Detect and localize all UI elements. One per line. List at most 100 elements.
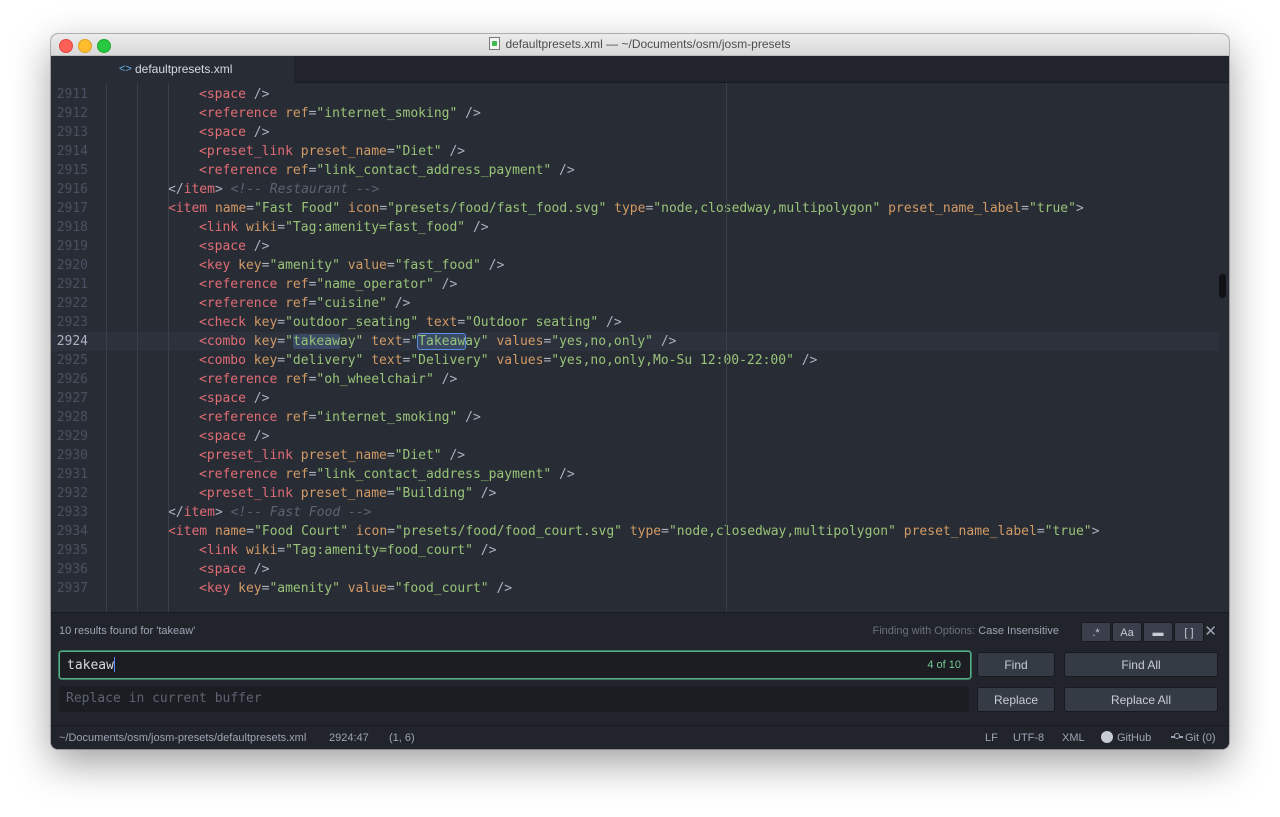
- code-line[interactable]: 2915 <reference ref="link_contact_address…: [51, 161, 1219, 180]
- code-token: "Tag:amenity=food_court": [285, 543, 473, 558]
- code-line[interactable]: 2925 <combo key="delivery" text="Delivery…: [51, 351, 1219, 370]
- code-editor[interactable]: 2937 <key key="amenity" value="food_court…: [51, 83, 1229, 612]
- code-token: />: [598, 315, 622, 330]
- selection-count[interactable]: (1, 6): [389, 726, 415, 749]
- code-line[interactable]: 2935 <link wiki="Tag:amenity=food_court" …: [51, 541, 1219, 560]
- code-line[interactable]: 2930 <preset_link preset_name="Diet" />: [51, 446, 1219, 465]
- code-line[interactable]: 2924 <combo key="takeaway" text="Takeaway…: [51, 332, 1219, 351]
- tab-defaultpresets[interactable]: <> defaultpresets.xml: [51, 56, 294, 83]
- code-token: />: [386, 296, 411, 311]
- close-icon[interactable]: ✕: [1204, 622, 1217, 640]
- code-token: item: [183, 182, 215, 197]
- code-token: "Diet": [394, 448, 442, 463]
- code-token: />: [433, 372, 458, 387]
- encoding[interactable]: UTF-8: [1013, 726, 1044, 749]
- code-line[interactable]: 2911 <space />: [51, 85, 1219, 104]
- replace-input[interactable]: Replace in current buffer: [59, 686, 969, 712]
- code-token: ": [410, 334, 419, 349]
- code-token: ref: [285, 163, 309, 178]
- line-number[interactable]: 2924: [51, 332, 88, 351]
- code-text: <preset_link preset_name="Building" />: [199, 484, 496, 503]
- code-token: />: [488, 581, 513, 596]
- code-line[interactable]: 2929 <space />: [51, 427, 1219, 446]
- line-number[interactable]: 2920: [51, 256, 88, 275]
- code-line[interactable]: 2913 <space />: [51, 123, 1219, 142]
- code-line[interactable]: 2936 <space />: [51, 560, 1219, 579]
- code-line[interactable]: 2922 <reference ref="cuisine" />: [51, 294, 1219, 313]
- code-token: =: [661, 524, 669, 539]
- line-number[interactable]: 2926: [51, 370, 88, 389]
- line-number[interactable]: 2932: [51, 484, 88, 503]
- find-all-button[interactable]: Find All: [1064, 652, 1218, 677]
- line-number[interactable]: 2928: [51, 408, 88, 427]
- code-line[interactable]: 2937 <key key="amenity" value="food_court…: [51, 579, 1219, 598]
- scrollbar-thumb[interactable]: [1219, 274, 1226, 298]
- line-number[interactable]: 2936: [51, 560, 88, 579]
- case-icon[interactable]: Aa: [1112, 622, 1142, 642]
- code-line[interactable]: 2932 <preset_link preset_name="Building" …: [51, 484, 1219, 503]
- line-number[interactable]: 2914: [51, 142, 88, 161]
- replace-button[interactable]: Replace: [977, 687, 1055, 712]
- code-line[interactable]: 2921 <reference ref="name_operator" />: [51, 275, 1219, 294]
- line-number[interactable]: 2911: [51, 85, 88, 104]
- line-number[interactable]: 2921: [51, 275, 88, 294]
- code-line[interactable]: 2933 </item> <!-- Fast Food -->: [51, 503, 1219, 522]
- line-number[interactable]: 2918: [51, 218, 88, 237]
- code-line[interactable]: 2926 <reference ref="oh_wheelchair" />: [51, 370, 1219, 389]
- find-input[interactable]: takeaw 4 of 10: [59, 651, 971, 679]
- line-number[interactable]: 2912: [51, 104, 88, 123]
- code-token: "cuisine": [316, 296, 387, 311]
- grammar[interactable]: XML: [1062, 726, 1085, 749]
- find-button[interactable]: Find: [977, 652, 1055, 677]
- line-number[interactable]: 2930: [51, 446, 88, 465]
- line-number[interactable]: 2913: [51, 123, 88, 142]
- cursor-position[interactable]: 2924:47: [329, 726, 369, 749]
- code-line[interactable]: 2923 <check key="outdoor_seating" text="O…: [51, 313, 1219, 332]
- code-line[interactable]: 2914 <preset_link preset_name="Diet" />: [51, 142, 1219, 161]
- code-token: />: [472, 486, 497, 501]
- line-number[interactable]: 2925: [51, 351, 88, 370]
- git-status[interactable]: Git (0): [1171, 726, 1216, 749]
- file-path[interactable]: ~/Documents/osm/josm-presets/defaultpres…: [59, 726, 306, 749]
- code-line[interactable]: 2919 <space />: [51, 237, 1219, 256]
- line-number[interactable]: 2927: [51, 389, 88, 408]
- line-number[interactable]: 2929: [51, 427, 88, 446]
- line-number[interactable]: 2922: [51, 294, 88, 313]
- line-ending[interactable]: LF: [985, 726, 998, 749]
- line-number[interactable]: 2915: [51, 161, 88, 180]
- code-line[interactable]: 2912 <reference ref="internet_smoking" />: [51, 104, 1219, 123]
- code-line[interactable]: 2917 <item name="Fast Food" icon="presets…: [51, 199, 1219, 218]
- replace-all-button[interactable]: Replace All: [1064, 687, 1218, 712]
- code-line[interactable]: 2934 <item name="Food Court" icon="preset…: [51, 522, 1219, 541]
- code-token: />: [551, 163, 575, 178]
- line-number[interactable]: 2931: [51, 465, 88, 484]
- line-number[interactable]: 2937: [51, 579, 88, 598]
- code-text: <space />: [199, 389, 269, 408]
- code-token: <reference: [199, 296, 278, 311]
- github-status[interactable]: GitHub: [1101, 726, 1151, 749]
- indent-guide: [137, 83, 138, 612]
- line-number[interactable]: 2919: [51, 237, 88, 256]
- code-line[interactable]: 2927 <space />: [51, 389, 1219, 408]
- whole-word-icon[interactable]: [ ]: [1174, 622, 1204, 642]
- line-number[interactable]: 2933: [51, 503, 88, 522]
- code-token: <space: [199, 562, 246, 577]
- selection-icon[interactable]: ▬: [1143, 622, 1173, 642]
- line-number[interactable]: 2934: [51, 522, 88, 541]
- code-line[interactable]: 2916 </item> <!-- Restaurant -->: [51, 180, 1219, 199]
- code-token: />: [551, 467, 575, 482]
- code-line[interactable]: 2918 <link wiki="Tag:amenity=fast_food" /…: [51, 218, 1219, 237]
- code-line[interactable]: 2931 <reference ref="link_contact_address…: [51, 465, 1219, 484]
- line-number[interactable]: 2916: [51, 180, 88, 199]
- line-number[interactable]: 2935: [51, 541, 88, 560]
- code-line[interactable]: 2928 <reference ref="internet_smoking" />: [51, 408, 1219, 427]
- line-number[interactable]: 2923: [51, 313, 88, 332]
- line-number[interactable]: 2917: [51, 199, 88, 218]
- code-line[interactable]: 2920 <key key="amenity" value="fast_food"…: [51, 256, 1219, 275]
- regex-icon[interactable]: .*: [1081, 622, 1111, 642]
- code-token: key: [238, 258, 262, 273]
